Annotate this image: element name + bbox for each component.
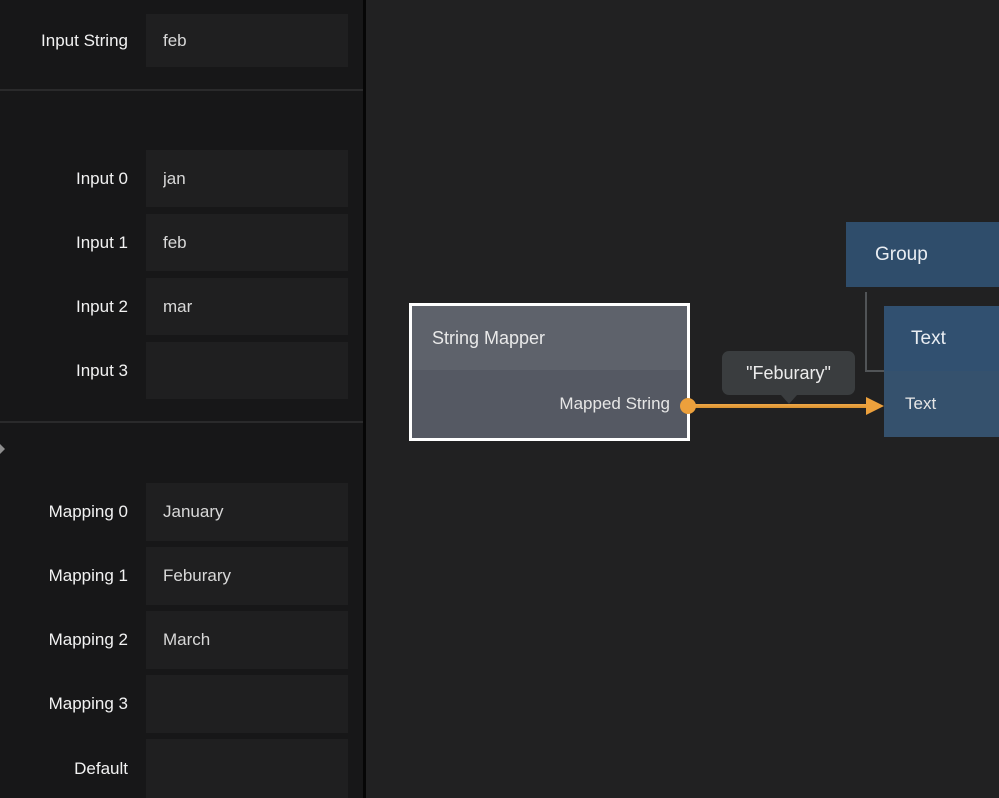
text-node-header[interactable]: Text	[884, 306, 999, 371]
text-node[interactable]: Text Text	[884, 306, 999, 437]
prop-row-mapping-2: Mapping 2	[0, 611, 363, 669]
connection-value-tooltip: "Feburary"	[722, 351, 855, 395]
node-editor-app: Input String Input 0 Input 1 Input 2 Inp…	[0, 0, 999, 798]
connection-wire[interactable]	[688, 404, 868, 408]
mapping-3-input[interactable]	[146, 675, 348, 733]
input-2-input[interactable]	[146, 278, 348, 335]
string-mapper-node-title: String Mapper	[432, 328, 545, 349]
prop-row-mapping-0: Mapping 0	[0, 483, 363, 541]
group-child-connector-vertical	[865, 292, 867, 372]
input-1-input[interactable]	[146, 214, 348, 271]
prop-row-default: Default	[0, 739, 363, 798]
prop-row-input-3: Input 3	[0, 342, 363, 399]
default-input[interactable]	[146, 739, 348, 798]
input-0-input[interactable]	[146, 150, 348, 207]
input-3-label: Input 3	[0, 342, 128, 399]
group-node[interactable]: Group	[846, 222, 999, 287]
mapping-3-label: Mapping 3	[0, 675, 128, 733]
group-node-title: Group	[875, 244, 928, 266]
mapping-2-input[interactable]	[146, 611, 348, 669]
input-string-input[interactable]	[146, 14, 348, 67]
mapping-1-label: Mapping 1	[0, 547, 128, 605]
connection-value-text: "Feburary"	[746, 363, 831, 384]
input-2-label: Input 2	[0, 278, 128, 335]
section-divider	[0, 89, 363, 91]
text-node-input-port[interactable]: Text	[884, 371, 999, 437]
prop-row-mapping-3: Mapping 3	[0, 675, 363, 733]
string-mapper-node[interactable]: String Mapper Mapped String	[409, 303, 690, 441]
mapping-1-input[interactable]	[146, 547, 348, 605]
input-3-input[interactable]	[146, 342, 348, 399]
prop-row-input-2: Input 2	[0, 278, 363, 335]
input-0-label: Input 0	[0, 150, 128, 207]
section-divider	[0, 421, 363, 423]
default-label: Default	[0, 739, 128, 798]
section-collapse-toggle-icon[interactable]	[0, 444, 5, 454]
connection-arrowhead-icon	[866, 397, 884, 415]
string-mapper-node-header[interactable]: String Mapper	[412, 306, 687, 370]
prop-row-input-1: Input 1	[0, 214, 363, 271]
input-string-label: Input String	[0, 14, 128, 67]
mapping-2-label: Mapping 2	[0, 611, 128, 669]
input-1-label: Input 1	[0, 214, 128, 271]
output-port-dot[interactable]	[680, 398, 696, 414]
prop-row-mapping-1: Mapping 1	[0, 547, 363, 605]
mapping-0-label: Mapping 0	[0, 483, 128, 541]
mapped-string-port-label: Mapped String	[559, 394, 670, 414]
mapping-0-input[interactable]	[146, 483, 348, 541]
prop-row-input-0: Input 0	[0, 150, 363, 207]
properties-panel: Input String Input 0 Input 1 Input 2 Inp…	[0, 0, 363, 798]
prop-row-input-string: Input String	[0, 14, 363, 67]
text-node-port-label: Text	[905, 394, 936, 414]
string-mapper-output-port-row[interactable]: Mapped String	[412, 370, 687, 438]
group-child-connector-horizontal	[865, 370, 884, 372]
text-node-title: Text	[911, 328, 946, 350]
